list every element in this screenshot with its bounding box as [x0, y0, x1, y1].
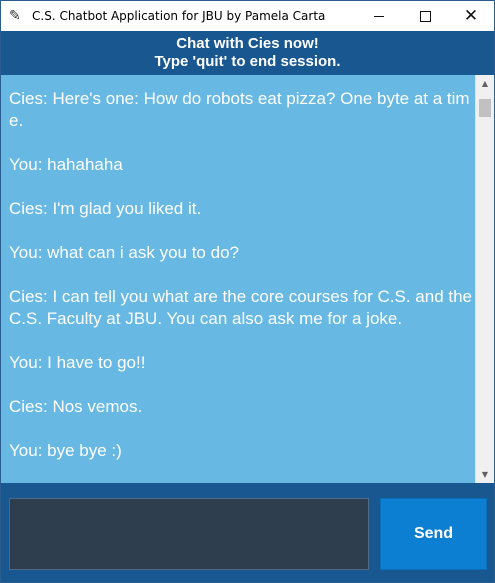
send-button[interactable]: Send [380, 498, 487, 570]
close-icon: ✕ [463, 5, 479, 26]
chat-message: You: bye bye :) [9, 441, 122, 460]
chat-message: You: what can i ask you to do? [9, 243, 239, 262]
close-button[interactable]: ✕ [448, 1, 494, 31]
maximize-button[interactable] [402, 1, 448, 31]
chat-message: You: I have to go!! [9, 353, 146, 372]
minimize-button[interactable] [356, 1, 402, 31]
message-input[interactable] [9, 498, 369, 570]
chat-log[interactable]: Cies: Here's one: How do robots eat pizz… [1, 75, 475, 483]
header-subtitle: Type 'quit' to end session. [154, 53, 341, 70]
scrollbar-thumb[interactable] [479, 99, 491, 117]
header-title: Chat with Cies now! [176, 35, 319, 52]
chat-message: Cies: Here's one: How do robots eat pizz… [9, 89, 470, 130]
maximize-icon [419, 10, 431, 22]
scroll-up-arrow-icon[interactable]: ▲ [476, 75, 494, 92]
chat-message: You: hahahaha [9, 155, 123, 174]
chat-header: Chat with Cies now! Type 'quit' to end s… [1, 31, 494, 75]
input-area: Send [1, 483, 494, 582]
app-window: ✎ C.S. Chatbot Application for JBU by Pa… [0, 0, 495, 583]
scroll-down-arrow-icon[interactable]: ▼ [476, 466, 494, 483]
chat-message: Cies: I can tell you what are the core c… [9, 287, 473, 328]
window-title: C.S. Chatbot Application for JBU by Pame… [32, 9, 326, 23]
minimize-icon [374, 15, 384, 17]
chat-message: Cies: I'm glad you liked it. [9, 199, 202, 218]
chat-scrollbar[interactable]: ▲ ▼ [475, 75, 494, 483]
feather-icon: ✎ [9, 8, 21, 24]
title-bar[interactable]: ✎ C.S. Chatbot Application for JBU by Pa… [1, 1, 494, 31]
chat-message: Cies: Nos vemos. [9, 397, 143, 416]
